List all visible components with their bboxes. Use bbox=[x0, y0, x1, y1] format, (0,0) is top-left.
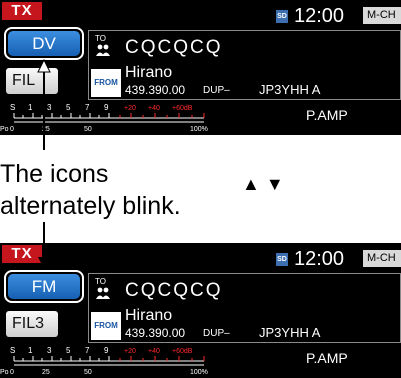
meter-po-tick: 25 bbox=[42, 369, 50, 376]
caption: The icons alternately blink. bbox=[0, 158, 181, 222]
clock: 12:00 bbox=[294, 248, 345, 270]
meter-po-tick: 50 bbox=[84, 369, 92, 376]
from-badge: FROM bbox=[91, 312, 121, 340]
meter-s-tick: 1 bbox=[28, 103, 33, 112]
to-area[interactable]: TO bbox=[89, 31, 117, 65]
from-duplex: DUP– bbox=[203, 85, 230, 96]
group-call-icon bbox=[96, 44, 110, 56]
from-badge: FROM bbox=[91, 69, 121, 97]
meter-s-tick: 5 bbox=[66, 103, 71, 112]
mode-button-label: DV bbox=[8, 31, 80, 56]
meter-po-label: Po bbox=[0, 369, 9, 376]
meter-plus-tick: +20 bbox=[124, 348, 136, 355]
meter-s-tick: 3 bbox=[47, 103, 52, 112]
to-area[interactable]: TO bbox=[89, 274, 117, 308]
signal-meter: S 1 3 5 7 9 +20 +40 +60dB Po 0 25 50 100… bbox=[0, 346, 208, 376]
meter-s-tick: 3 bbox=[47, 346, 52, 355]
from-frequency: 439.390.00 bbox=[125, 326, 186, 340]
meter-s-label: S bbox=[10, 346, 15, 355]
to-label: TO bbox=[95, 34, 106, 43]
sd-card-icon: SD bbox=[276, 253, 288, 266]
meter-s-tick: 1 bbox=[28, 346, 33, 355]
meter-s-tick: 5 bbox=[66, 346, 71, 355]
memory-mode-badge: M-CH bbox=[363, 7, 401, 24]
to-call-sign: CQCQCQ bbox=[125, 37, 223, 58]
caption-line-2: alternately blink. bbox=[0, 192, 181, 220]
from-station-name: Hirano bbox=[125, 64, 173, 81]
meter-po-tick: 0 bbox=[10, 126, 14, 133]
meter-s-tick: 9 bbox=[104, 103, 109, 112]
from-duplex: DUP– bbox=[203, 328, 230, 339]
radio-screen-bottom: TX SD 12:00 M-CH FM FIL3 TO CQCQCQ FROM … bbox=[0, 243, 401, 378]
call-sign-panel: TO CQCQCQ FROM Hirano 439.390.00 DUP– JP… bbox=[88, 30, 401, 100]
sd-card-icon: SD bbox=[276, 10, 288, 23]
meter-po-tick: 25 bbox=[42, 126, 50, 133]
signal-meter: S 1 3 5 7 9 +20 +40 +60dB Po 0 25 50 100… bbox=[0, 103, 208, 133]
radio-screen-top: TX SD 12:00 M-CH DV FIL TO CQCQCQ FROM H… bbox=[0, 0, 401, 135]
clock: 12:00 bbox=[294, 5, 345, 27]
meter-plus-tick: +40 bbox=[148, 105, 160, 112]
meter-s-label: S bbox=[10, 103, 15, 112]
group-call-icon bbox=[96, 287, 110, 299]
to-call-sign: CQCQCQ bbox=[125, 280, 223, 301]
meter-po-tick: 0 bbox=[10, 369, 14, 376]
mode-button[interactable]: FM bbox=[4, 270, 84, 303]
from-station-name: Hirano bbox=[125, 307, 173, 324]
to-label: TO bbox=[95, 277, 106, 286]
meter-po-tick: 50 bbox=[84, 126, 92, 133]
tx-indicator: TX bbox=[2, 245, 42, 263]
call-sign-panel: TO CQCQCQ FROM Hirano 439.390.00 DUP– JP… bbox=[88, 273, 401, 343]
up-down-arrows: ▲▼ bbox=[242, 174, 290, 194]
meter-plus-tick: +60dB bbox=[172, 105, 193, 112]
preamp-indicator: P.AMP bbox=[306, 107, 348, 123]
mode-button[interactable]: DV bbox=[4, 27, 84, 60]
meter-plus-tick: +40 bbox=[148, 348, 160, 355]
filter-button[interactable]: FIL3 bbox=[6, 311, 58, 337]
preamp-indicator: P.AMP bbox=[306, 350, 348, 366]
caption-line-1: The icons bbox=[0, 160, 109, 188]
meter-po-tick: 100% bbox=[190, 369, 208, 376]
filter-button[interactable]: FIL bbox=[6, 68, 58, 94]
from-frequency: 439.390.00 bbox=[125, 83, 186, 97]
meter-plus-tick: +60dB bbox=[172, 348, 193, 355]
meter-s-tick: 9 bbox=[104, 346, 109, 355]
meter-plus-tick: +20 bbox=[124, 105, 136, 112]
from-call-sign: JP3YHH A bbox=[259, 82, 321, 97]
from-call-sign: JP3YHH A bbox=[259, 325, 321, 340]
memory-mode-badge: M-CH bbox=[363, 250, 401, 267]
meter-s-tick: 7 bbox=[85, 346, 90, 355]
meter-po-tick: 100% bbox=[190, 126, 208, 133]
tx-indicator: TX bbox=[2, 2, 42, 20]
mode-button-label: FM bbox=[8, 274, 80, 299]
meter-po-label: Po bbox=[0, 126, 9, 133]
meter-s-tick: 7 bbox=[85, 103, 90, 112]
